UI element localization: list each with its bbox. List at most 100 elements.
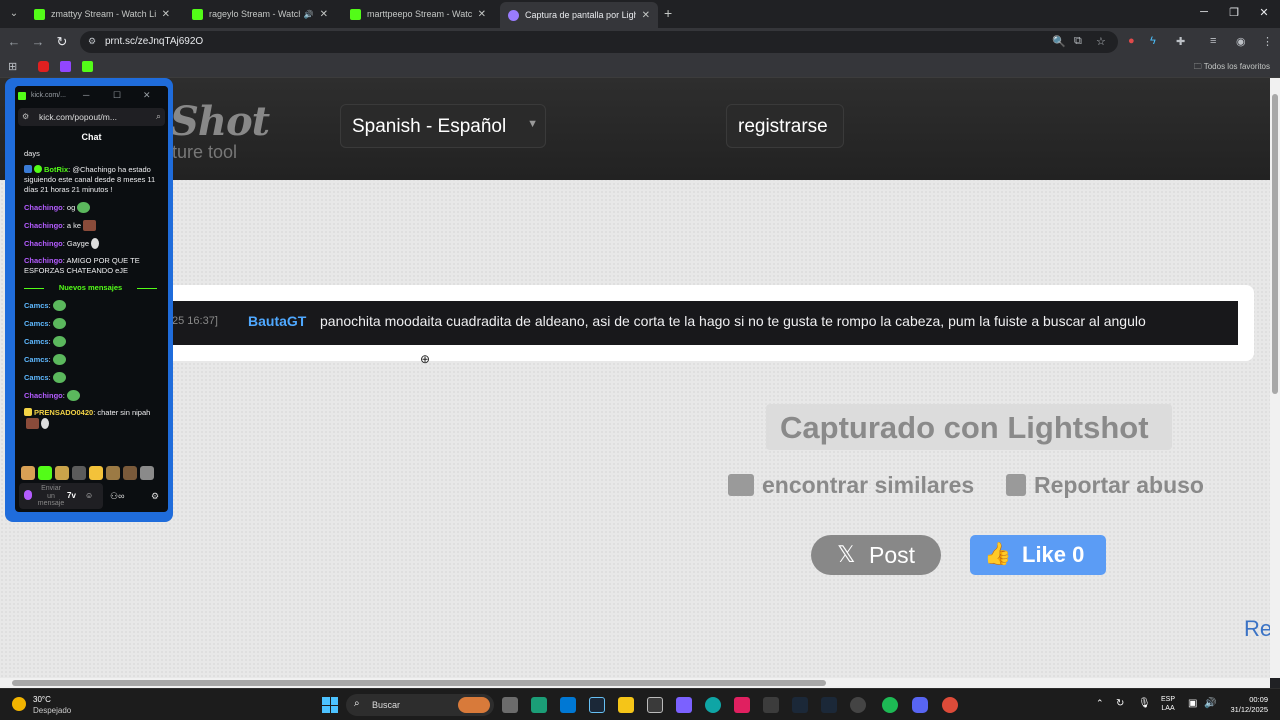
emote-icon[interactable] — [38, 466, 52, 480]
emote-icon[interactable] — [55, 466, 69, 480]
store-icon[interactable] — [647, 697, 663, 713]
find-similar-link[interactable]: encontrar similares — [728, 472, 974, 499]
outlook-icon[interactable] — [560, 697, 576, 713]
close-icon[interactable]: ✕ — [143, 90, 151, 101]
task-view-icon[interactable] — [502, 697, 518, 713]
close-window-icon[interactable]: ✕ — [1254, 6, 1274, 19]
restore-icon[interactable]: ❐ — [1224, 6, 1244, 19]
popout-titlebar[interactable]: kick.com/... ─ ☐ ✕ — [15, 86, 168, 106]
menu-kebab-icon[interactable]: ⋮ — [1262, 35, 1273, 48]
tab-zmattyy[interactable]: zmattyy Stream - Watch Live on ✕ — [26, 4, 178, 24]
vertical-scrollbar[interactable] — [1270, 78, 1280, 678]
tab-search-list-icon[interactable]: ≡ — [1210, 35, 1216, 47]
bookmark-star-icon[interactable]: ☆ — [1096, 35, 1106, 48]
spotify-icon[interactable] — [882, 697, 898, 713]
file-explorer-icon[interactable] — [618, 697, 634, 713]
chat-username[interactable]: Chachingo — [24, 203, 63, 212]
chat-username[interactable]: Camcs — [24, 373, 49, 382]
close-tab-icon[interactable]: ✕ — [642, 10, 650, 21]
close-tab-icon[interactable]: ✕ — [478, 9, 486, 20]
emote-icon[interactable] — [106, 466, 120, 480]
chat-username[interactable]: BotRix — [44, 165, 68, 174]
sync-icon[interactable]: ↻ — [1116, 698, 1124, 709]
emote-icon[interactable] — [140, 466, 154, 480]
terminal-icon[interactable] — [763, 697, 779, 713]
tab-rageylo[interactable]: rageylo Stream - Watch Live 🔊 ✕ — [184, 4, 336, 24]
minimize-icon[interactable]: ─ — [1194, 6, 1214, 18]
apps-grid-icon[interactable]: ⊞ — [8, 60, 17, 73]
emote-icon[interactable] — [89, 466, 103, 480]
close-tab-icon[interactable]: ✕ — [320, 9, 328, 20]
register-button[interactable]: registrarse — [726, 104, 844, 148]
extension-7tv-icon[interactable]: ϟ — [1150, 35, 1156, 47]
new-tab-button[interactable]: + — [664, 5, 672, 21]
chat-username[interactable]: Camcs — [24, 301, 49, 310]
start-button[interactable] — [322, 697, 338, 713]
lightshot-logo[interactable]: Shot — [170, 98, 270, 145]
chat-username[interactable]: Chachingo — [24, 239, 63, 248]
weather-description[interactable]: Despejado — [33, 706, 71, 715]
tab-lightshot[interactable]: Captura de pantalla por Lightshot ✕ — [500, 2, 658, 28]
chrome-icon[interactable] — [942, 697, 958, 713]
all-bookmarks-folder[interactable]: 🗀 Todos los favoritos — [1194, 61, 1270, 75]
emoji-icon[interactable]: ☺ — [85, 491, 93, 500]
discord-icon[interactable] — [912, 697, 928, 713]
chat-username[interactable]: Chachingo — [24, 256, 63, 265]
popout-address-bar[interactable]: ⚙ kick.com/popout/m... ⌕ — [18, 108, 165, 126]
back-icon[interactable]: ← — [6, 34, 22, 49]
emote-icon[interactable] — [21, 466, 35, 480]
emote-icon[interactable] — [123, 466, 137, 480]
microphone-icon[interactable] — [24, 490, 32, 500]
youtube-bookmark-icon[interactable] — [38, 61, 49, 72]
chatgpt-icon[interactable] — [850, 697, 866, 713]
chat-username[interactable]: Camcs — [24, 319, 49, 328]
speaker-icon[interactable]: 🔊 — [304, 10, 314, 19]
volume-icon[interactable]: 🔊 — [1204, 698, 1216, 709]
weather-temperature[interactable]: 30°C — [33, 695, 51, 704]
vertical-scroll-thumb[interactable] — [1272, 94, 1278, 394]
report-abuse-link[interactable]: Reportar abuso — [1006, 472, 1204, 499]
facebook-like-button[interactable]: 👍 Like 0 — [970, 535, 1106, 575]
reload-icon[interactable]: ↻ — [54, 34, 70, 50]
url-text[interactable]: prnt.sc/zeJnqTAj692O — [105, 36, 203, 47]
maximize-icon[interactable]: ☐ — [113, 90, 121, 101]
zoom-icon[interactable]: 🔍 — [1052, 35, 1066, 48]
chat-message-input[interactable]: Enviar un mensaje 7v ☺ — [19, 483, 103, 509]
horizontal-scrollbar[interactable] — [0, 678, 1270, 688]
site-info-icon[interactable]: ⚙ — [22, 112, 29, 121]
twitch-bookmark-icon[interactable] — [60, 61, 71, 72]
language-dropdown[interactable]: Spanish - Español ▼ — [340, 104, 546, 148]
tab-marttpeepo[interactable]: marttpeepo Stream - Watch Live ✕ — [342, 4, 494, 24]
screenshot-icon[interactable]: ⧉ — [1074, 35, 1082, 48]
minimize-icon[interactable]: ─ — [83, 90, 89, 100]
horizontal-scroll-thumb[interactable] — [12, 680, 826, 686]
profile-avatar-icon[interactable]: ◉ — [1236, 35, 1246, 48]
network-icon[interactable]: ▣ — [1188, 698, 1197, 709]
tab-search-icon[interactable]: ⌄ — [6, 6, 22, 22]
taskbar-search[interactable]: ⌕ Buscar — [346, 694, 494, 716]
steam-icon[interactable] — [589, 697, 605, 713]
address-bar[interactable]: ⚙ prnt.sc/zeJnqTAj692O 🔍 ⧉ ☆ — [80, 31, 1118, 53]
chat-users-icon[interactable]: ⚇∞ — [110, 491, 124, 502]
forward-icon[interactable]: → — [30, 34, 46, 49]
emote-icon[interactable] — [72, 466, 86, 480]
extension-red-icon[interactable]: ● — [1128, 35, 1135, 47]
steam-icon[interactable] — [821, 697, 837, 713]
edge-icon[interactable] — [705, 697, 721, 713]
copilot-icon[interactable] — [676, 697, 692, 713]
chevron-up-icon[interactable]: ⌃ — [1096, 698, 1104, 709]
screenshot-image[interactable]: 25 16:37] BautaGT panochita moodaita cua… — [172, 301, 1238, 345]
7tv-icon[interactable]: 7v — [67, 491, 76, 500]
post-on-x-button[interactable]: 𝕏 Post — [811, 535, 941, 575]
input-language[interactable]: ESP LAA — [1161, 695, 1175, 713]
steam-icon[interactable] — [792, 697, 808, 713]
app-z-icon[interactable] — [531, 697, 547, 713]
chat-username[interactable]: Camcs — [24, 337, 49, 346]
chat-username[interactable]: PRENSADO0420 — [34, 408, 93, 417]
search-icon[interactable]: ⌕ — [156, 111, 161, 122]
clock[interactable]: 00:09 31/12/2025 — [1224, 695, 1268, 715]
weather-moon-icon[interactable] — [12, 697, 26, 711]
gear-icon[interactable]: ⚙ — [151, 491, 159, 502]
app-pink-icon[interactable] — [734, 697, 750, 713]
extensions-puzzle-icon[interactable]: ✚ — [1176, 35, 1185, 48]
